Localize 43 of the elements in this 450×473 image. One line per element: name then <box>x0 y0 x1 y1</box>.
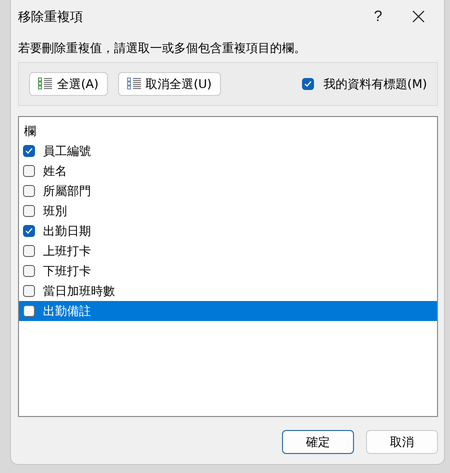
column-checkbox[interactable] <box>23 165 35 177</box>
cancel-button[interactable]: 取消 <box>366 430 438 454</box>
column-checkbox[interactable] <box>23 245 35 257</box>
column-label: 所屬部門 <box>43 182 91 200</box>
column-label: 員工編號 <box>43 142 91 160</box>
column-label: 出勤備註 <box>43 302 91 320</box>
column-label: 出勤日期 <box>43 222 91 240</box>
column-checkbox[interactable] <box>23 145 35 157</box>
headers-checkbox[interactable] <box>302 78 314 90</box>
headers-label: 我的資料有標題(M) <box>323 76 427 92</box>
close-icon <box>412 10 424 23</box>
check-icon <box>25 147 33 155</box>
column-checkbox[interactable] <box>23 305 35 317</box>
window-title: 移除重複項 <box>18 8 84 26</box>
column-label: 上班打卡 <box>43 242 91 260</box>
column-label: 班別 <box>43 202 67 220</box>
instruction-text: 若要刪除重複值，請選取一或多個包含重複項目的欄。 <box>18 40 307 57</box>
list-item[interactable]: 當日加班時數 <box>19 281 437 301</box>
list-item[interactable]: 班別 <box>19 201 437 221</box>
column-label: 當日加班時數 <box>43 282 115 300</box>
check-icon <box>25 227 33 235</box>
column-checkbox[interactable] <box>23 185 35 197</box>
list-item[interactable]: 下班打卡 <box>19 261 437 281</box>
column-checkbox[interactable] <box>23 285 35 297</box>
ok-button[interactable]: 確定 <box>282 430 354 454</box>
checklist-icon <box>38 77 52 91</box>
select-all-button[interactable]: 全選(A) <box>29 72 108 96</box>
list-item[interactable]: 出勤日期 <box>19 221 437 241</box>
column-label: 姓名 <box>43 162 67 180</box>
list-header: 欄 <box>23 123 37 140</box>
list-icon <box>126 77 141 91</box>
list-item[interactable]: 所屬部門 <box>19 181 437 201</box>
list-item[interactable]: 出勤備註 <box>19 301 437 321</box>
help-button[interactable]: ? <box>358 2 398 32</box>
column-checkbox[interactable] <box>23 265 35 277</box>
column-checkbox[interactable] <box>23 225 35 237</box>
column-label: 下班打卡 <box>43 262 91 280</box>
list-item[interactable]: 上班打卡 <box>19 241 437 261</box>
list-item[interactable]: 姓名 <box>19 161 437 181</box>
column-checkbox[interactable] <box>23 205 35 217</box>
check-icon <box>304 80 312 88</box>
unselect-all-button[interactable]: 取消全選(U) <box>118 72 221 96</box>
list-item[interactable]: 員工編號 <box>19 141 437 161</box>
